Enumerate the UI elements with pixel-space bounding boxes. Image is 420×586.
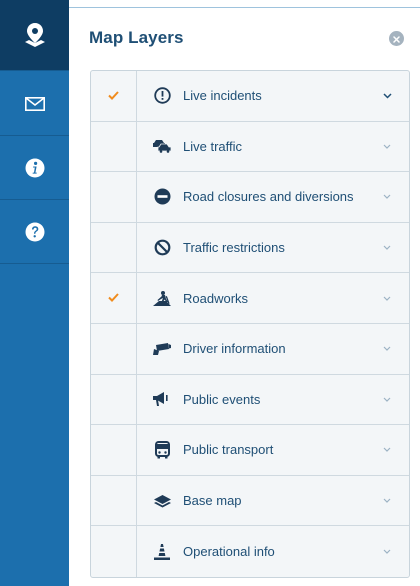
no-entry-icon xyxy=(151,186,173,208)
prohibited-icon xyxy=(151,237,173,259)
chevron-down-icon[interactable] xyxy=(381,393,393,405)
layer-checkbox[interactable] xyxy=(91,475,137,526)
cars-icon xyxy=(151,135,173,157)
cone-icon xyxy=(151,541,173,563)
layer-checkbox[interactable] xyxy=(91,273,137,323)
layer-checkbox[interactable] xyxy=(91,222,137,273)
layer-row-road-closures[interactable]: Road closures and diversions xyxy=(91,172,409,223)
layer-row-public-events[interactable]: Public events xyxy=(91,374,409,426)
layer-row-live-incidents[interactable]: Live incidents xyxy=(91,71,409,122)
chevron-down-icon[interactable] xyxy=(381,343,393,355)
chevron-down-icon[interactable] xyxy=(381,191,393,203)
close-icon xyxy=(393,30,400,48)
layer-checkbox[interactable] xyxy=(91,323,137,374)
chevron-down-icon[interactable] xyxy=(381,546,393,558)
layer-checkbox[interactable] xyxy=(91,425,137,475)
layer-row-live-traffic[interactable]: Live traffic xyxy=(91,121,409,173)
layer-label: Live incidents xyxy=(183,88,262,104)
layer-label: Public events xyxy=(183,391,261,407)
layer-checkbox[interactable] xyxy=(91,71,137,121)
layer-label: Base map xyxy=(183,493,242,509)
layer-label: Driver information xyxy=(183,341,286,357)
side-rail xyxy=(0,0,69,586)
roadworks-icon xyxy=(151,287,173,309)
camera-icon xyxy=(151,338,173,360)
chevron-down-icon[interactable] xyxy=(381,292,393,304)
layer-label: Operational info xyxy=(183,544,275,560)
layer-checkbox[interactable] xyxy=(91,172,137,222)
layer-checkbox[interactable] xyxy=(91,121,137,172)
rail-item-messages[interactable] xyxy=(0,72,69,136)
panel-title: Map Layers xyxy=(89,28,184,47)
layer-list: Live incidents Live traffic Road closure… xyxy=(90,70,410,578)
envelope-icon xyxy=(24,96,45,111)
layer-checkbox[interactable] xyxy=(91,526,137,577)
checkmark-icon xyxy=(108,87,119,105)
layer-row-driver-information[interactable]: Driver information xyxy=(91,323,409,375)
close-button[interactable] xyxy=(389,31,404,46)
layer-row-operational-info[interactable]: Operational info xyxy=(91,526,409,577)
rail-item-info[interactable] xyxy=(0,136,69,200)
chevron-down-icon[interactable] xyxy=(381,444,393,456)
chevron-down-icon[interactable] xyxy=(381,90,393,102)
layer-label: Road closures and diversions xyxy=(183,189,354,205)
chevron-down-icon[interactable] xyxy=(381,140,393,152)
bus-icon xyxy=(151,439,173,461)
map-layers-panel: Map Layers Live incidents Live traffic R… xyxy=(69,8,420,586)
rail-item-help[interactable] xyxy=(0,200,69,264)
checkmark-icon xyxy=(108,289,119,307)
chevron-down-icon[interactable] xyxy=(381,495,393,507)
help-icon xyxy=(25,222,45,242)
layers-icon xyxy=(151,490,173,512)
layer-label: Public transport xyxy=(183,442,274,458)
layer-row-traffic-restrictions[interactable]: Traffic restrictions xyxy=(91,222,409,274)
layer-row-roadworks[interactable]: Roadworks xyxy=(91,273,409,324)
layer-label: Live traffic xyxy=(183,138,243,154)
megaphone-icon xyxy=(151,388,173,410)
chevron-down-icon[interactable] xyxy=(381,242,393,254)
layer-checkbox[interactable] xyxy=(91,374,137,425)
layer-label: Roadworks xyxy=(183,290,249,306)
rail-item-map-layers[interactable] xyxy=(0,0,69,71)
alert-circle-icon xyxy=(151,85,173,107)
layer-row-public-transport[interactable]: Public transport xyxy=(91,425,409,476)
layer-row-base-map[interactable]: Base map xyxy=(91,475,409,527)
info-icon xyxy=(25,158,45,178)
map-layers-icon xyxy=(24,22,46,48)
layer-label: Traffic restrictions xyxy=(183,240,285,256)
